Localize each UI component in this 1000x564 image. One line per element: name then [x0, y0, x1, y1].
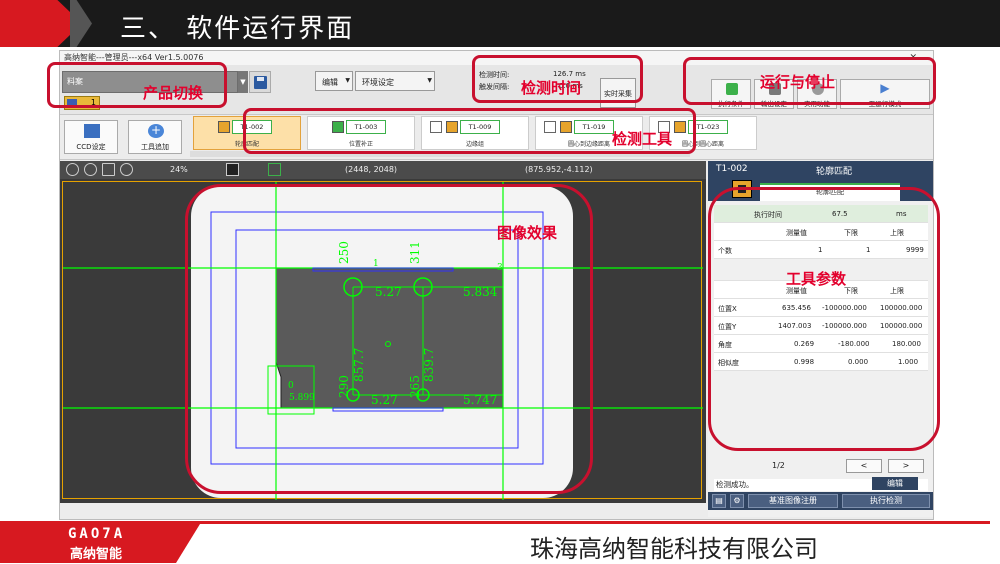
ccd-setup-button[interactable]: CCD设定: [64, 120, 118, 154]
env-menu-label: 环境设定: [362, 78, 394, 87]
prev-page-button[interactable]: <: [846, 459, 882, 473]
annotation-product-switch: 产品切换: [143, 84, 204, 102]
zoom-in-icon[interactable]: [66, 163, 79, 176]
grid-icon[interactable]: [226, 163, 239, 176]
company-logo: GAO7A: [68, 526, 126, 542]
panel-tool-name: 轮廓匹配: [816, 167, 853, 177]
header-chevron: [0, 0, 82, 47]
env-menu[interactable]: 环境设定 ▼: [355, 71, 435, 91]
annotation-tool-param: 工具参数: [786, 270, 847, 288]
panel-tool-id: T1-002: [716, 164, 748, 174]
pager: 1/2 < >: [714, 459, 928, 473]
annotation-run-stop: 运行与停止: [760, 73, 836, 91]
panel-header: T1-002 轮廓匹配: [708, 161, 933, 179]
header-chevron-dark: [70, 0, 92, 47]
annotation-detect-time: 检测时间: [521, 79, 582, 97]
viewer-toolbar: 24% (2448, 2048) (875.952,-4.112): [60, 161, 706, 179]
fit-icon[interactable]: [102, 163, 115, 176]
panel-bottom-bar: ▤ ⚙ 基准图像注册 执行检测: [708, 492, 933, 510]
zoom-level: 24%: [170, 165, 188, 174]
cursor-coords: (875.952,-4.112): [525, 165, 593, 174]
annotation-image-effect: 图像效果: [497, 224, 558, 242]
annotation-detect-tool: 检测工具: [612, 130, 673, 148]
overlay-icon[interactable]: [268, 163, 281, 176]
footer-divider: [0, 521, 990, 524]
window-title: 高纳智能---管理员---x64 Ver1.5.0076: [64, 53, 204, 62]
camera-icon: [84, 124, 100, 138]
image-size: (2448, 2048): [345, 165, 398, 174]
chevron-down-icon: ▼: [345, 77, 350, 84]
register-image-button[interactable]: 基准图像注册: [748, 494, 838, 508]
annotation-box-params: [708, 187, 940, 451]
company-logo-sub: 高纳智能: [70, 547, 123, 562]
chevron-down-icon: ▼: [427, 77, 432, 84]
zoom-out-icon[interactable]: [84, 163, 97, 176]
edit-button[interactable]: 编辑: [872, 477, 918, 490]
slide-title: 三、 软件运行界面: [120, 14, 355, 44]
company-name: 珠海高纳智能科技有限公司: [530, 535, 818, 563]
add-tool-button[interactable]: + 工具追加: [128, 120, 182, 154]
save-icon: [254, 76, 267, 89]
gear-icon[interactable]: ⚙: [730, 494, 744, 508]
edit-menu-label: 编辑: [322, 78, 338, 87]
run-detect-button[interactable]: 执行检测: [842, 494, 930, 508]
plus-icon: +: [148, 124, 164, 138]
ccd-setup-label: CCD设定: [76, 143, 106, 151]
edit-menu[interactable]: 编辑 ▼: [315, 71, 353, 91]
chevron-down-icon[interactable]: ▼: [238, 71, 248, 93]
add-tool-label: 工具追加: [141, 143, 169, 151]
save-button[interactable]: [249, 71, 271, 93]
tool-icon: [218, 121, 230, 133]
zoom-reset-icon[interactable]: [120, 163, 133, 176]
slide-header: 三、 软件运行界面: [0, 0, 1000, 47]
next-page-button[interactable]: >: [888, 459, 924, 473]
page-indicator: 1/2: [772, 461, 785, 470]
print-icon[interactable]: ▤: [712, 494, 726, 508]
